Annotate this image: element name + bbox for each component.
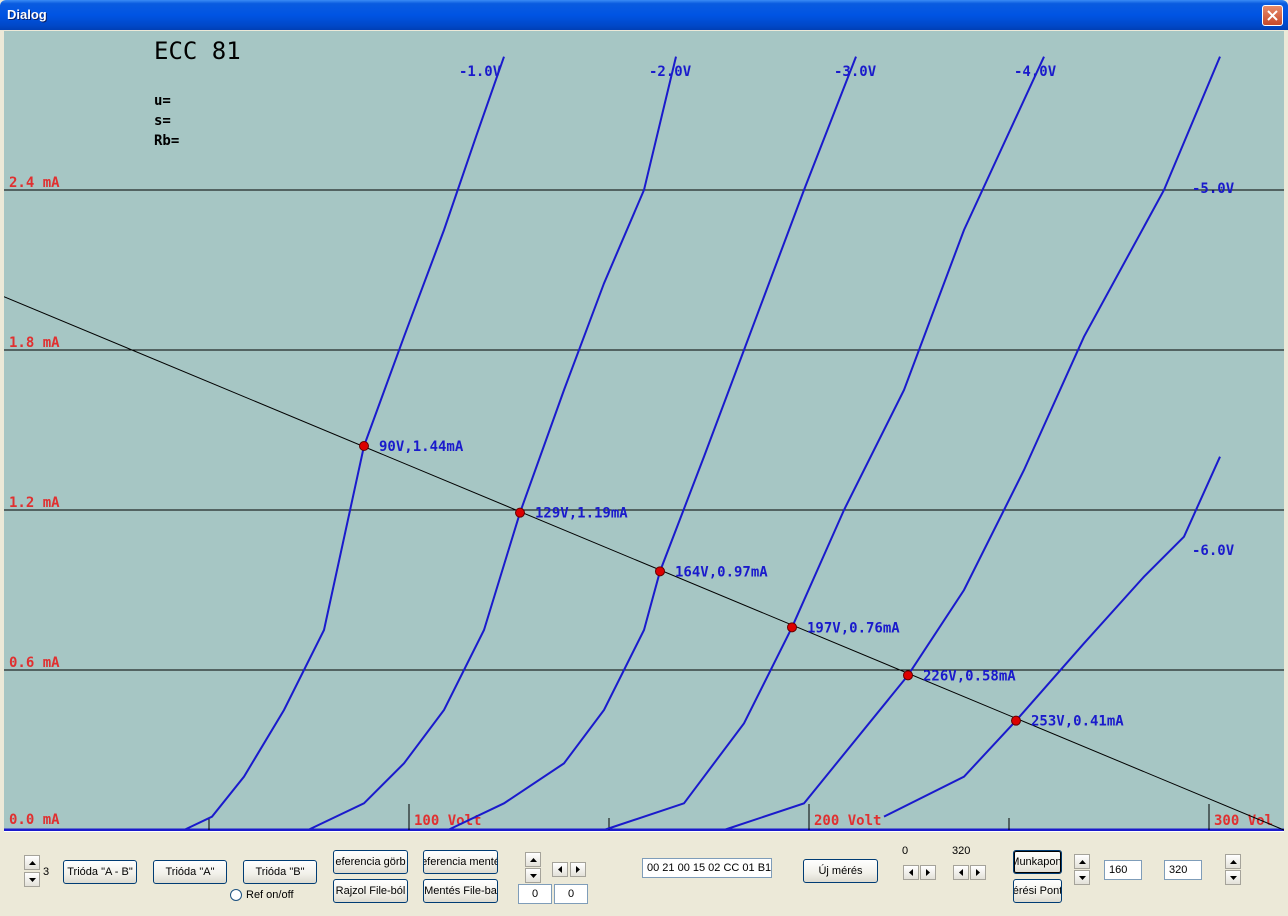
hex-data-field[interactable]: 00 21 00 15 02 CC 01 B1 — [642, 858, 772, 878]
arrow-up-icon — [28, 860, 36, 865]
arrow-up-icon — [529, 857, 537, 862]
reference-curve-button[interactable]: eferencia görb — [333, 850, 408, 874]
curve-label: -1.0V — [459, 64, 502, 80]
operating-point-label: 129V,1.19mA — [535, 506, 628, 522]
curve-label: -6.0V — [1192, 543, 1235, 559]
control-panel: 3 Trióda "A - B" Trióda "A" Trióda "B" R… — [4, 831, 1284, 912]
tube-param-label: Rb= — [154, 133, 179, 149]
offset-left-button[interactable] — [552, 862, 568, 877]
close-icon — [1267, 10, 1278, 21]
save-to-file-button[interactable]: Mentés File-ba — [423, 879, 498, 903]
trioda-a-button[interactable]: Trióda "A" — [153, 860, 227, 884]
y-tick-label: 2.4 mA — [9, 175, 60, 191]
operating-point — [1011, 715, 1021, 726]
offset-b-field[interactable]: 0 — [554, 884, 588, 904]
arrow-right-icon — [926, 869, 930, 876]
offset-spin-up[interactable] — [525, 852, 541, 867]
title-bar: Dialog — [0, 0, 1288, 30]
load-line — [4, 296, 1284, 831]
offset-right-button[interactable] — [570, 862, 586, 877]
value-spin-down[interactable] — [1225, 870, 1241, 885]
y-tick-label: 1.2 mA — [9, 495, 60, 511]
min-left-button[interactable] — [903, 865, 919, 880]
spin-value: 3 — [43, 866, 50, 878]
arrow-left-icon — [959, 869, 963, 876]
ref-toggle-label: Ref on/off — [246, 889, 294, 901]
min-right-button[interactable] — [920, 865, 936, 880]
arrow-down-icon — [1229, 875, 1237, 880]
curve-label: -5.0V — [1192, 181, 1235, 197]
spin-up-button[interactable] — [24, 855, 40, 870]
operating-point-label: 253V,0.41mA — [1031, 714, 1124, 730]
operating-point-label: 164V,0.97mA — [675, 564, 768, 580]
curve-label: -4.0V — [1014, 64, 1057, 80]
measure-point-button[interactable]: érési Pont — [1013, 879, 1062, 903]
value-320-field[interactable]: 320 — [1164, 860, 1202, 880]
close-button[interactable] — [1262, 5, 1283, 26]
characteristic-curve — [603, 56, 1045, 831]
range-min-label: 0 — [902, 845, 909, 857]
workpoint-button[interactable]: Munkapont — [1013, 850, 1062, 874]
tube-param-label: s= — [154, 113, 171, 129]
max-left-button[interactable] — [953, 865, 969, 880]
curve-label: -2.0V — [649, 64, 692, 80]
trioda-ab-button[interactable]: Trióda "A - B" — [63, 860, 137, 884]
offset-a-field[interactable]: 0 — [518, 884, 552, 904]
arrow-left-icon — [909, 869, 913, 876]
characteristic-curve — [723, 56, 1221, 831]
x-tick-label: 100 Volt — [414, 813, 481, 829]
y-tick-label: 0.0 mA — [9, 812, 60, 828]
y-tick-label: 0.6 mA — [9, 655, 60, 671]
operating-point — [515, 507, 525, 518]
operating-point — [655, 566, 665, 577]
operating-point-label: 226V,0.58mA — [923, 668, 1016, 684]
operating-point-label: 197V,0.76mA — [807, 620, 900, 636]
spin-down-button[interactable] — [24, 872, 40, 887]
plot-canvas: 2.4 mA 1.8 mA 1.2 mA 0.6 mA 0.0 mA 100 Volt 20… — [4, 37, 1284, 831]
range-spin-up[interactable] — [1074, 854, 1090, 869]
new-measurement-button[interactable]: Új mérés — [803, 859, 878, 883]
operating-point — [903, 670, 913, 681]
max-right-button[interactable] — [970, 865, 986, 880]
x-tick-label: 200 Volt — [814, 813, 881, 829]
characteristic-curve — [447, 56, 857, 831]
ref-toggle-radio[interactable] — [230, 889, 242, 901]
characteristic-plot: 2.4 mA 1.8 mA 1.2 mA 0.6 mA 0.0 mA 100 Volt 20… — [4, 31, 1284, 831]
draw-from-file-button[interactable]: Rajzol File-ból — [333, 879, 408, 903]
range-max-label: 320 — [952, 845, 971, 857]
arrow-down-icon — [28, 877, 36, 882]
arrow-up-icon — [1229, 859, 1237, 864]
y-tick-label: 1.8 mA — [9, 335, 60, 351]
arrow-down-icon — [1078, 875, 1086, 880]
trioda-b-button[interactable]: Trióda "B" — [243, 860, 317, 884]
x-tick-label: 300 Vol — [1214, 813, 1273, 829]
operating-point-label: 90V,1.44mA — [379, 439, 464, 455]
range-spin-down[interactable] — [1074, 870, 1090, 885]
operating-point — [359, 440, 369, 451]
reference-save-button[interactable]: eferencia menté — [423, 850, 498, 874]
tube-param-label: u= — [154, 93, 171, 109]
curve-label: -3.0V — [834, 64, 877, 80]
arrow-right-icon — [576, 866, 580, 873]
arrow-right-icon — [976, 869, 980, 876]
value-spin-up[interactable] — [1225, 854, 1241, 869]
offset-spin-down[interactable] — [525, 868, 541, 883]
tube-name-label: ECC 81 — [154, 37, 241, 65]
value-160-field[interactable]: 160 — [1104, 860, 1142, 880]
arrow-left-icon — [558, 866, 562, 873]
operating-point — [787, 622, 797, 633]
arrow-up-icon — [1078, 859, 1086, 864]
window-title: Dialog — [7, 7, 47, 22]
arrow-down-icon — [529, 873, 537, 878]
